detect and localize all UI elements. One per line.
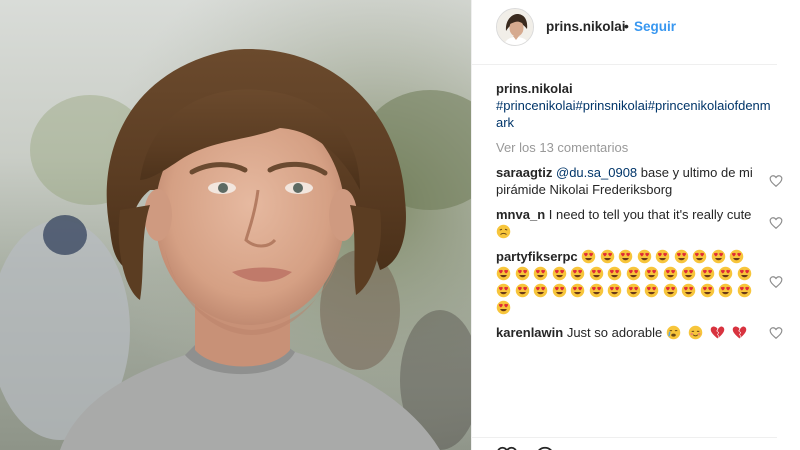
comment-username[interactable]: mnva_n — [496, 207, 545, 222]
comment: partyfikserpc — [496, 248, 786, 316]
heart-eyes-emoji-icon — [693, 249, 707, 264]
heart-eyes-emoji-icon — [700, 283, 714, 298]
heart-eyes-emoji-icon — [656, 249, 670, 264]
heart-eyes-emoji-icon — [533, 283, 548, 298]
like-icon[interactable] — [496, 445, 518, 450]
heart-eyes-emoji-icon — [496, 266, 511, 281]
heart-eyes-emoji-icon — [619, 249, 633, 264]
comment-username[interactable]: saraagtiz — [496, 165, 552, 180]
heart-eyes-emoji-icon — [582, 249, 596, 264]
post-actions-bar — [472, 437, 777, 450]
like-heart-icon[interactable] — [769, 174, 783, 188]
post-header: prins.nikolai • Seguir — [472, 0, 777, 65]
heart-eyes-emoji-icon — [589, 266, 603, 281]
avatar-image — [497, 9, 533, 45]
heart-eyes-emoji-icon — [515, 283, 529, 298]
avatar[interactable] — [496, 8, 534, 46]
comment-username[interactable]: partyfikserpc — [496, 249, 578, 264]
like-heart-icon[interactable] — [769, 275, 783, 289]
heart-eyes-emoji-icon — [607, 283, 622, 298]
like-heart-icon[interactable] — [769, 326, 783, 340]
heart-eyes-emoji-icon — [644, 283, 659, 298]
heart-eyes-emoji-icon — [552, 266, 566, 281]
header-separator: • — [624, 18, 629, 34]
heart-eyes-emoji-icon — [663, 283, 677, 298]
heart-eyes-emoji-icon — [737, 283, 751, 298]
heart-eyes-emoji-icon — [737, 266, 751, 281]
heart-eyes-emoji-icon — [533, 266, 548, 281]
heart-eyes-emoji-icon — [637, 249, 652, 264]
heart-eyes-emoji-icon — [681, 266, 696, 281]
heart-eyes-emoji-icon — [718, 283, 733, 298]
heart-eyes-emoji-icon — [570, 266, 585, 281]
heart-eyes-emoji-icon — [570, 283, 585, 298]
heart-eyes-emoji-icon — [711, 249, 726, 264]
header-username[interactable]: prins.nikolai — [546, 19, 626, 34]
comment: karenlawin Just so adorable — [496, 324, 786, 341]
heart-eyes-emoji-icon — [496, 283, 511, 298]
heart-eyes-emoji-icon — [681, 283, 696, 298]
comment-mention[interactable]: @du.sa_0908 — [556, 165, 637, 180]
comment: mnva_n I need to tell you that it's real… — [496, 206, 786, 240]
heart-eyes-emoji-icon — [626, 283, 640, 298]
crying-face-emoji-icon — [666, 325, 681, 340]
heart-eyes-emoji-icon — [644, 266, 659, 281]
comment-text: Just so adorable — [566, 325, 666, 340]
heart-eyes-emoji-icon — [496, 300, 511, 315]
comment-username[interactable]: karenlawin — [496, 325, 563, 340]
blushing-face-emoji-icon — [688, 325, 703, 340]
heart-eyes-emoji-icon — [515, 266, 529, 281]
like-heart-icon[interactable] — [769, 216, 783, 230]
heart-eyes-emoji-icon — [718, 266, 733, 281]
heart-eyes-emoji-icon — [600, 249, 615, 264]
heart-eyes-emoji-icon — [589, 283, 603, 298]
comment: saraagtiz @du.sa_0908 base y ultimo de m… — [496, 164, 786, 198]
heart-eyes-emoji-icon — [674, 249, 689, 264]
post-caption: prins.nikolai #princenikolai#prinsnikola… — [496, 80, 776, 131]
comment-icon[interactable] — [534, 445, 556, 450]
heart-eyes-emoji-icon — [607, 266, 622, 281]
caption-username[interactable]: prins.nikolai — [496, 80, 776, 97]
view-all-comments-link[interactable]: Ver los 13 comentarios — [496, 140, 628, 155]
broken-heart-emoji-icon — [732, 326, 747, 339]
caption-hashtags[interactable]: #princenikolai#prinsnikolai#princenikola… — [496, 97, 776, 131]
heart-eyes-emoji-icon — [552, 283, 566, 298]
comments-list: saraagtiz @du.sa_0908 base y ultimo de m… — [496, 164, 786, 349]
post-side-panel: prins.nikolai • Seguir prins.nikolai #pr… — [471, 0, 800, 450]
heart-eyes-emoji-icon — [730, 249, 744, 264]
follow-button[interactable]: Seguir — [634, 19, 676, 34]
heart-eyes-emoji-icon — [626, 266, 640, 281]
post-photo[interactable] — [0, 0, 471, 450]
broken-heart-emoji-icon — [710, 326, 725, 339]
heart-eyes-emoji-icon — [700, 266, 714, 281]
heart-eyes-emoji-icon — [663, 266, 677, 281]
portrait-image — [0, 0, 471, 450]
weary-face-emoji-icon — [496, 224, 511, 239]
comment-text: I need to tell you that it's really cute — [548, 207, 752, 222]
